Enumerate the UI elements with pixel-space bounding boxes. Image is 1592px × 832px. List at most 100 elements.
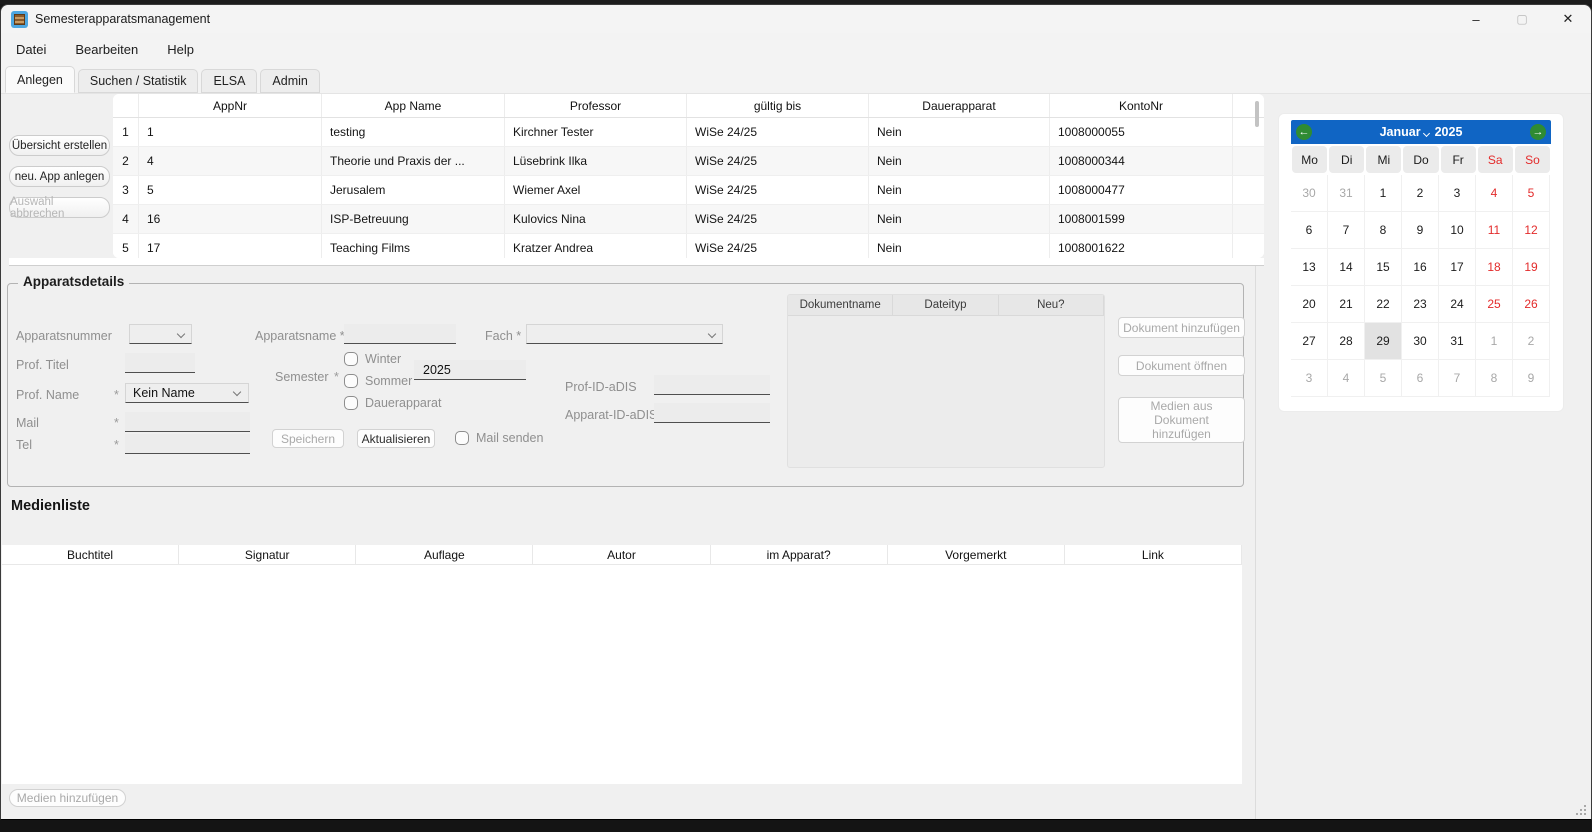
- minimize-button[interactable]: –: [1453, 5, 1499, 33]
- calendar-day[interactable]: 25: [1476, 286, 1513, 323]
- calendar-prev-icon[interactable]: ←: [1296, 124, 1312, 140]
- calendar-day[interactable]: 17: [1439, 249, 1476, 286]
- tab-anlegen[interactable]: Anlegen: [5, 66, 75, 93]
- calendar-day[interactable]: 27: [1291, 323, 1328, 360]
- dauerapparat-radio[interactable]: [344, 396, 358, 410]
- calendar-day[interactable]: 7: [1439, 360, 1476, 397]
- table-row[interactable]: 24Theorie und Praxis der ...Lüsebrink Il…: [113, 147, 1264, 176]
- aktualisieren-button[interactable]: Aktualisieren: [357, 429, 435, 448]
- apparatsname-field[interactable]: [344, 324, 456, 344]
- close-button[interactable]: ✕: [1545, 5, 1591, 33]
- calendar-day[interactable]: 3: [1439, 175, 1476, 212]
- column-header-dauerapparat[interactable]: Dauerapparat: [869, 94, 1050, 117]
- menu-bearbeiten[interactable]: Bearbeiten: [75, 42, 138, 57]
- calendar-day[interactable]: 6: [1402, 360, 1439, 397]
- table-row[interactable]: 416ISP-BetreuungKulovics NinaWiSe 24/25N…: [113, 205, 1264, 234]
- calendar-day[interactable]: 2: [1402, 175, 1439, 212]
- column-header-professor[interactable]: Professor: [505, 94, 687, 117]
- column-header-auflage[interactable]: Auflage: [356, 545, 533, 564]
- calendar-day[interactable]: 30: [1402, 323, 1439, 360]
- calendar-month[interactable]: Januar: [1380, 125, 1421, 139]
- calendar-day[interactable]: 6: [1291, 212, 1328, 249]
- neu-app-anlegen-button[interactable]: neu. App anlegen: [9, 166, 110, 187]
- column-header-link[interactable]: Link: [1065, 545, 1242, 564]
- calendar-day[interactable]: 22: [1365, 286, 1402, 323]
- column-header-kontonr[interactable]: KontoNr: [1050, 94, 1233, 117]
- calendar-day[interactable]: 9: [1513, 360, 1550, 397]
- mail-field[interactable]: [125, 412, 250, 432]
- apps-table-hscroll-track[interactable]: [9, 258, 1264, 266]
- apparatsnummer-combobox[interactable]: [129, 324, 192, 344]
- fach-combobox[interactable]: [526, 324, 723, 344]
- column-header-appnr[interactable]: AppNr: [139, 94, 322, 117]
- calendar-month-year[interactable]: Januar 2025: [1380, 125, 1463, 139]
- calendar-next-icon[interactable]: →: [1530, 124, 1546, 140]
- calendar-day[interactable]: 26: [1513, 286, 1550, 323]
- calendar-day[interactable]: 7: [1328, 212, 1365, 249]
- tab-elsa[interactable]: ELSA: [201, 69, 257, 93]
- calendar-day-selected[interactable]: 29: [1365, 323, 1402, 360]
- table-row[interactable]: 11testingKirchner TesterWiSe 24/25Nein10…: [113, 118, 1264, 147]
- calendar-day[interactable]: 3: [1291, 360, 1328, 397]
- calendar-day[interactable]: 8: [1365, 212, 1402, 249]
- prof-name-combobox[interactable]: Kein Name: [125, 383, 249, 403]
- column-header-autor[interactable]: Autor: [533, 545, 710, 564]
- column-header-vorgemerkt[interactable]: Vorgemerkt: [888, 545, 1065, 564]
- calendar-day[interactable]: 12: [1513, 212, 1550, 249]
- sommer-radio[interactable]: [344, 374, 358, 388]
- tel-field[interactable]: [125, 434, 250, 454]
- apps-table-scrollbar[interactable]: [1255, 101, 1259, 127]
- sommer-label: Sommer: [365, 374, 412, 388]
- column-header-signatur[interactable]: Signatur: [179, 545, 356, 564]
- calendar-day[interactable]: 14: [1328, 249, 1365, 286]
- prof-id-adis-field[interactable]: [654, 375, 770, 395]
- calendar-day[interactable]: 31: [1328, 175, 1365, 212]
- column-header-buchtitel[interactable]: Buchtitel: [2, 545, 179, 564]
- tab-suchen-statistik[interactable]: Suchen / Statistik: [78, 69, 199, 93]
- winter-radio[interactable]: [344, 352, 358, 366]
- calendar-day[interactable]: 23: [1402, 286, 1439, 323]
- calendar-day[interactable]: 21: [1328, 286, 1365, 323]
- calendar-day[interactable]: 30: [1291, 175, 1328, 212]
- calendar-day[interactable]: 19: [1513, 249, 1550, 286]
- calendar-day[interactable]: 16: [1402, 249, 1439, 286]
- tab-admin[interactable]: Admin: [260, 69, 319, 93]
- column-header-im-apparat[interactable]: im Apparat?: [711, 545, 888, 564]
- calendar-day[interactable]: 28: [1328, 323, 1365, 360]
- menu-help[interactable]: Help: [167, 42, 194, 57]
- calendar-day[interactable]: 11: [1476, 212, 1513, 249]
- table-row[interactable]: 517Teaching FilmsKratzer AndreaWiSe 24/2…: [113, 234, 1264, 258]
- calendar-day[interactable]: 5: [1513, 175, 1550, 212]
- calendar-day[interactable]: 9: [1402, 212, 1439, 249]
- jahr-field[interactable]: 2025: [414, 360, 526, 380]
- mail-senden-checkbox[interactable]: [455, 431, 469, 445]
- column-header-dateityp[interactable]: Dateityp: [893, 295, 998, 315]
- column-header-gueltig-bis[interactable]: gültig bis: [687, 94, 869, 117]
- calendar-day[interactable]: 13: [1291, 249, 1328, 286]
- calendar-day[interactable]: 4: [1476, 175, 1513, 212]
- calendar-year[interactable]: 2025: [1435, 125, 1463, 139]
- resize-grip[interactable]: [1573, 802, 1587, 816]
- calendar-day[interactable]: 20: [1291, 286, 1328, 323]
- column-header-appname[interactable]: App Name: [322, 94, 505, 117]
- apparat-id-adis-field[interactable]: [654, 403, 770, 423]
- column-header-dokumentname[interactable]: Dokumentname: [788, 295, 893, 315]
- calendar-day[interactable]: 10: [1439, 212, 1476, 249]
- calendar-day[interactable]: 8: [1476, 360, 1513, 397]
- prof-titel-field[interactable]: [125, 353, 195, 373]
- menu-datei[interactable]: Datei: [16, 42, 46, 57]
- table-cell: 1008001622: [1050, 234, 1233, 258]
- column-header-neu[interactable]: Neu?: [999, 295, 1104, 315]
- calendar-day[interactable]: 1: [1365, 175, 1402, 212]
- calendar-day[interactable]: 5: [1365, 360, 1402, 397]
- calendar-day[interactable]: 2: [1513, 323, 1550, 360]
- calendar-day[interactable]: 4: [1328, 360, 1365, 397]
- calendar-day[interactable]: 15: [1365, 249, 1402, 286]
- calendar-day[interactable]: 24: [1439, 286, 1476, 323]
- maximize-button[interactable]: ▢: [1499, 5, 1545, 33]
- calendar-day[interactable]: 31: [1439, 323, 1476, 360]
- table-row[interactable]: 35JerusalemWiemer AxelWiSe 24/25Nein1008…: [113, 176, 1264, 205]
- uebersicht-erstellen-button[interactable]: Übersicht erstellen: [9, 135, 110, 156]
- calendar-day[interactable]: 18: [1476, 249, 1513, 286]
- calendar-day[interactable]: 1: [1476, 323, 1513, 360]
